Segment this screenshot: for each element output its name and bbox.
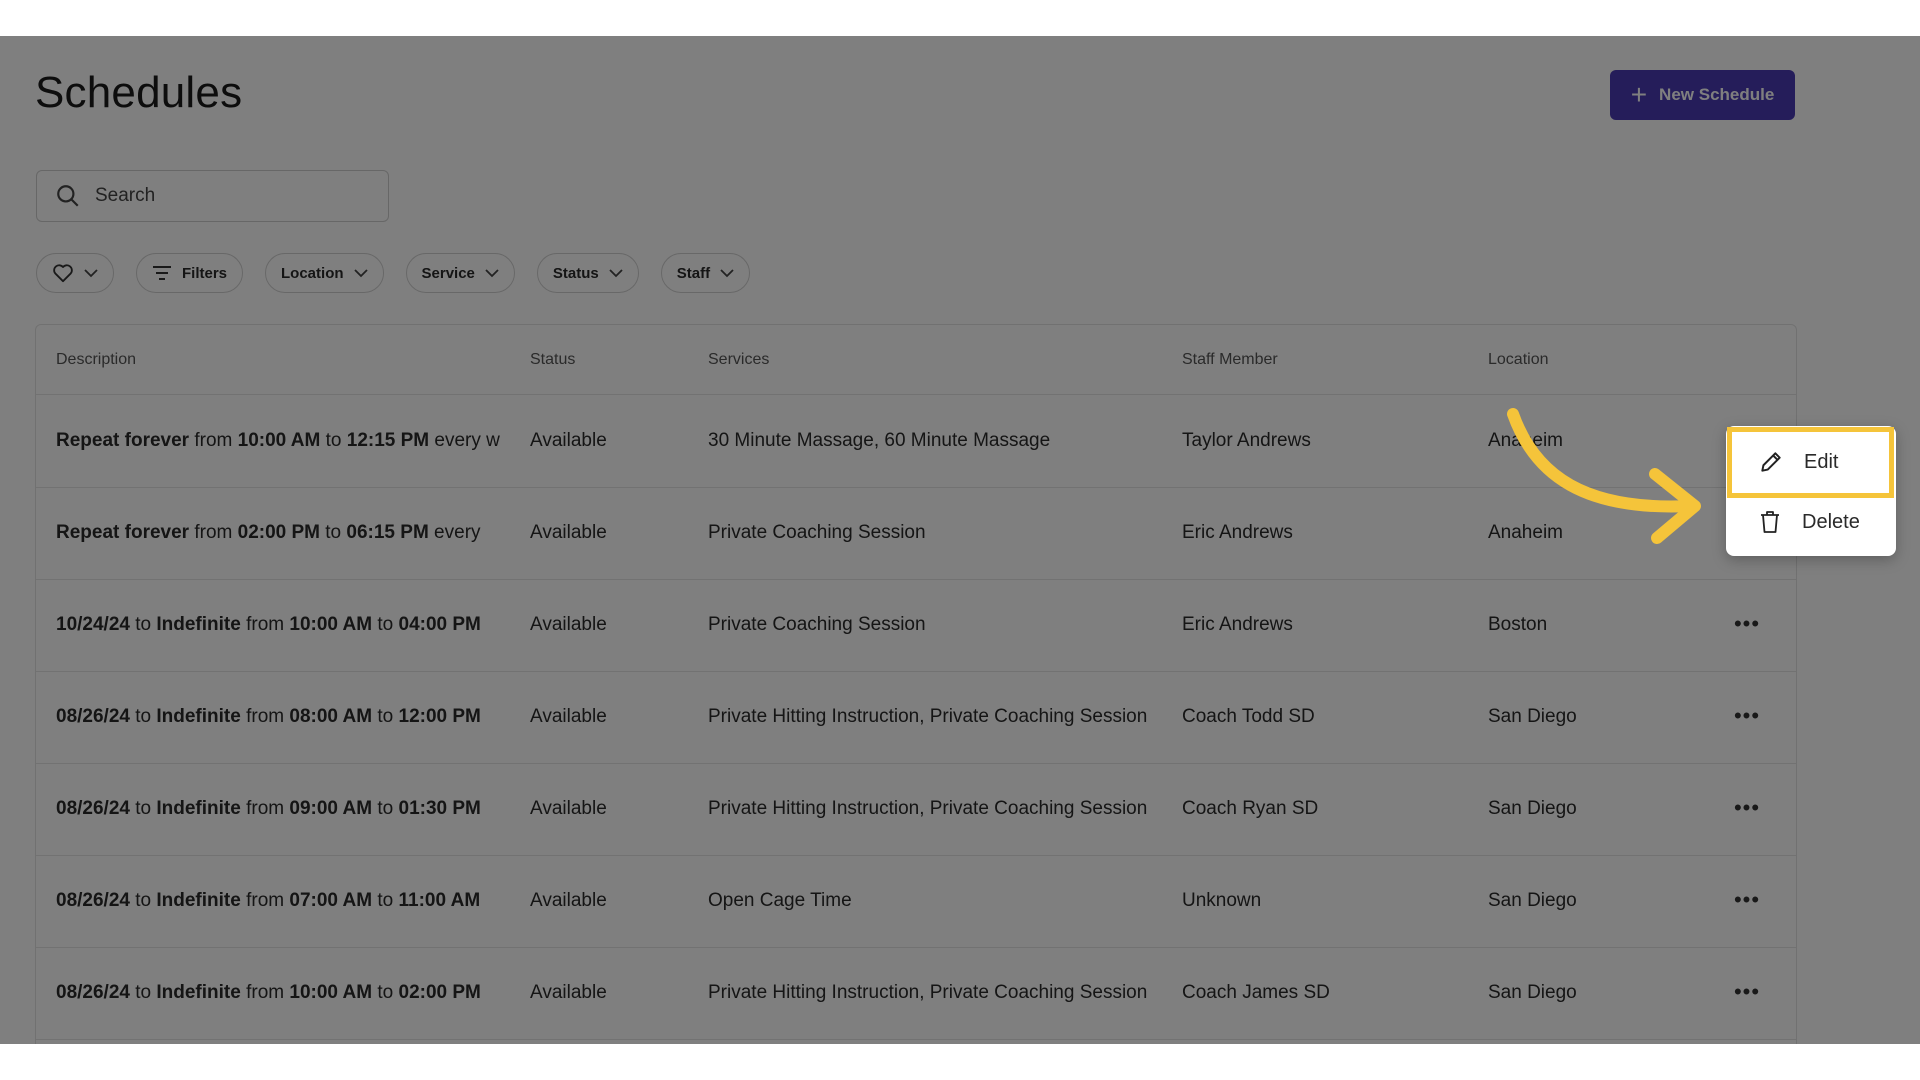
header-staff-member[interactable]: Staff Member bbox=[1182, 325, 1278, 394]
table-row[interactable]: 08/26/24 to Indefinite from 10:00 AM to … bbox=[36, 947, 1796, 1040]
row-description: 08/26/24 to Indefinite from 10:00 AM to … bbox=[56, 982, 481, 1003]
row-services: Private Hitting Instruction, Private Coa… bbox=[708, 706, 1148, 727]
search-icon bbox=[57, 185, 79, 207]
row-location: Anaheim bbox=[1488, 522, 1563, 543]
table-row[interactable]: Repeat forever from 02:00 PM to 06:15 PM… bbox=[36, 487, 1796, 580]
row-staff: Eric Andrews bbox=[1182, 522, 1293, 543]
location-filter-label: Location bbox=[281, 264, 344, 282]
filter-bar: Filters Location Service Status Staff bbox=[36, 253, 751, 293]
edit-menu-item[interactable]: Edit bbox=[1726, 432, 1896, 492]
new-schedule-label: New Schedule bbox=[1659, 85, 1775, 104]
service-filter[interactable]: Service bbox=[405, 253, 515, 293]
row-staff: Eric Andrews bbox=[1182, 614, 1293, 635]
chevron-down-icon bbox=[353, 269, 368, 278]
plus-icon: + bbox=[1630, 79, 1648, 110]
row-context-menu: Edit Delete bbox=[1726, 426, 1896, 556]
row-status: Available bbox=[530, 522, 607, 543]
row-staff: Taylor Andrews bbox=[1182, 430, 1311, 451]
chevron-down-icon bbox=[485, 269, 499, 278]
row-services: Private Coaching Session bbox=[708, 522, 926, 543]
row-location: San Diego bbox=[1488, 706, 1577, 727]
filters-button[interactable]: Filters bbox=[136, 253, 244, 293]
new-schedule-button[interactable]: + New Schedule bbox=[1610, 70, 1795, 120]
table-row[interactable]: 08/26/24 to Indefinite from 07:00 AM to … bbox=[36, 855, 1796, 948]
edit-label: Edit bbox=[1804, 450, 1839, 473]
header-services[interactable]: Services bbox=[708, 325, 769, 394]
search-input[interactable] bbox=[93, 184, 357, 208]
row-services: Open Cage Time bbox=[708, 890, 852, 911]
table-row[interactable]: 08/26/24 to Indefinite from 08:00 AM to … bbox=[36, 671, 1796, 764]
row-location: Boston bbox=[1488, 614, 1548, 635]
status-filter[interactable]: Status bbox=[536, 253, 639, 293]
chevron-down-icon bbox=[720, 269, 734, 278]
row-actions-button[interactable]: ••• bbox=[1732, 611, 1762, 636]
row-services: Private Coaching Session bbox=[708, 614, 926, 635]
row-actions-button[interactable]: ••• bbox=[1732, 703, 1762, 728]
row-description: 08/26/24 to Indefinite from 09:00 AM to … bbox=[56, 798, 481, 819]
page-title: Schedules bbox=[35, 68, 243, 117]
row-status: Available bbox=[530, 430, 607, 451]
row-description: Repeat forever from 10:00 AM to 12:15 PM… bbox=[56, 430, 500, 451]
row-services: Private Hitting Instruction, Private Coa… bbox=[708, 982, 1148, 1003]
search-box[interactable] bbox=[36, 170, 389, 222]
row-status: Available bbox=[530, 982, 607, 1003]
table-row[interactable]: 10/24/24 to Indefinite from 10:00 AM to … bbox=[36, 579, 1796, 672]
row-description: 10/24/24 to Indefinite from 10:00 AM to … bbox=[56, 614, 481, 635]
header-status[interactable]: Status bbox=[530, 325, 575, 394]
row-actions-button[interactable]: ••• bbox=[1732, 887, 1762, 912]
row-status: Available bbox=[530, 798, 607, 819]
filter-icon bbox=[153, 266, 171, 280]
chevron-down-icon bbox=[84, 269, 98, 278]
filters-label: Filters bbox=[182, 264, 228, 282]
schedules-table: Description Status Services Staff Member… bbox=[35, 324, 1797, 1044]
status-filter-label: Status bbox=[552, 264, 599, 282]
row-location: San Diego bbox=[1488, 890, 1577, 911]
row-description: 08/26/24 to Indefinite from 07:00 AM to … bbox=[56, 890, 481, 911]
row-services: Private Hitting Instruction, Private Coa… bbox=[708, 798, 1148, 819]
row-actions-button[interactable]: ••• bbox=[1732, 979, 1762, 1004]
pencil-icon bbox=[1761, 452, 1781, 472]
app-stage: Schedules + New Schedule Filters Locatio… bbox=[0, 36, 1920, 1044]
row-status: Available bbox=[530, 614, 607, 635]
row-status: Available bbox=[530, 890, 607, 911]
delete-label: Delete bbox=[1802, 510, 1860, 533]
row-status: Available bbox=[530, 706, 607, 727]
row-location: Anaheim bbox=[1488, 430, 1563, 451]
table-row[interactable]: Repeat forever from 10:00 AM to 12:15 PM… bbox=[36, 395, 1796, 488]
service-filter-label: Service bbox=[421, 264, 475, 282]
chevron-down-icon bbox=[609, 269, 623, 278]
trash-icon bbox=[1761, 511, 1779, 533]
table-header: Description Status Services Staff Member… bbox=[36, 325, 1796, 395]
row-location: San Diego bbox=[1488, 798, 1577, 819]
heart-icon bbox=[53, 264, 73, 283]
row-staff: Unknown bbox=[1182, 890, 1262, 911]
row-description: 08/26/24 to Indefinite from 08:00 AM to … bbox=[56, 706, 481, 727]
row-description: Repeat forever from 02:00 PM to 06:15 PM… bbox=[56, 522, 481, 543]
location-filter[interactable]: Location bbox=[265, 253, 384, 293]
table-row[interactable]: 08/26/24 to Indefinite from 09:00 AM to … bbox=[36, 763, 1796, 856]
delete-menu-item[interactable]: Delete bbox=[1726, 492, 1896, 552]
row-staff: Coach James SD bbox=[1182, 982, 1330, 1003]
row-services: 30 Minute Massage, 60 Minute Massage bbox=[708, 430, 1051, 451]
header-description[interactable]: Description bbox=[56, 325, 136, 394]
row-staff: Coach Ryan SD bbox=[1182, 798, 1319, 819]
row-location: San Diego bbox=[1488, 982, 1577, 1003]
row-staff: Coach Todd SD bbox=[1182, 706, 1315, 727]
staff-filter-label: Staff bbox=[676, 264, 711, 282]
row-actions-button[interactable]: ••• bbox=[1732, 795, 1762, 820]
staff-filter[interactable]: Staff bbox=[660, 253, 751, 293]
favorites-filter[interactable] bbox=[36, 253, 114, 293]
header-location[interactable]: Location bbox=[1488, 325, 1549, 394]
